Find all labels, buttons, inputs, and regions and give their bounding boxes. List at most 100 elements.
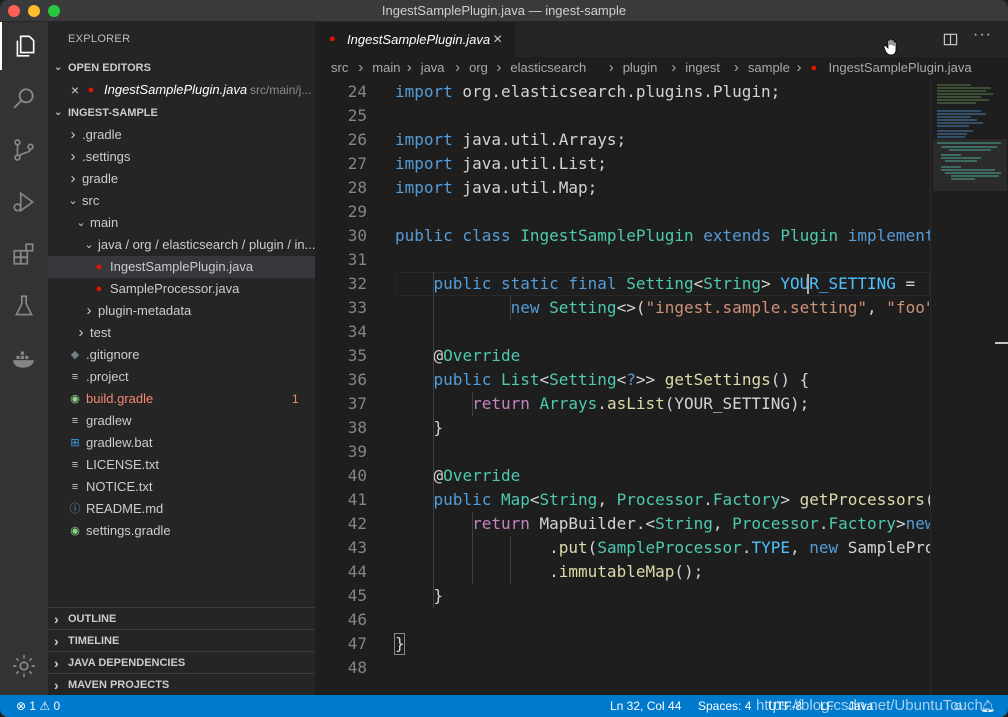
file-tree-item[interactable]: ≡ LICENSE.txt — [48, 454, 315, 476]
breadcrumb-item[interactable]: src — [331, 57, 348, 79]
file-tree-item[interactable]: ≡ .project — [48, 366, 315, 388]
code-line: public List<Setting<?>> getSettings() { — [433, 370, 810, 389]
line-number: 37 — [347, 394, 367, 413]
more-actions-icon[interactable]: ··· — [973, 26, 992, 44]
line-number: 41 — [347, 490, 367, 509]
settings-gear-icon[interactable] — [0, 642, 48, 690]
code-view[interactable]: 24 import org.elasticsearch.plugins.Plugi… — [315, 79, 930, 695]
chevron-right-icon: › — [358, 59, 364, 76]
java-file-icon: ● — [87, 84, 95, 96]
code-line: } — [395, 418, 444, 437]
line-number: 27 — [347, 154, 367, 173]
code-line: @Override — [395, 346, 521, 365]
close-tab-icon[interactable]: × — [493, 22, 502, 57]
section-maven-projects[interactable]: › MAVEN PROJECTS — [48, 673, 315, 695]
line-number: 40 — [347, 466, 367, 485]
chevron-down-icon: ⌄ — [68, 195, 78, 207]
file-tree-item[interactable]: ⌄ src — [48, 190, 315, 212]
line-number: 38 — [347, 418, 367, 437]
file-tree-item[interactable]: ◆ .gitignore — [48, 344, 315, 366]
source-control-icon[interactable] — [0, 126, 48, 174]
open-editor-item[interactable]: × ● IngestSamplePlugin.java src/main/j..… — [48, 79, 315, 101]
indentation[interactable]: Spaces: 4 — [698, 695, 751, 717]
explorer-title: EXPLORER — [68, 33, 131, 45]
cursor-position[interactable]: Ln 32, Col 44 — [610, 695, 681, 717]
minimap[interactable] — [930, 79, 1008, 695]
testing-icon[interactable] — [0, 282, 48, 330]
file-tree-item[interactable]: ● SampleProcessor.java — [48, 278, 315, 300]
code-line: import java.util.Arrays; — [395, 130, 627, 149]
gradle-file-icon: ◉ — [70, 525, 80, 537]
file-tree-item[interactable]: ◉ settings.gradle — [48, 520, 315, 542]
minimize-window-button[interactable] — [28, 5, 40, 17]
tab-ingest-sample-plugin[interactable]: ● IngestSamplePlugin.java × — [315, 22, 515, 57]
problems-indicator[interactable]: ⊗ 1 ⚠ 0 — [16, 695, 60, 717]
section-timeline[interactable]: › TIMELINE — [48, 629, 315, 651]
line-number: 25 — [347, 106, 367, 125]
open-editors-header[interactable]: ⌄ OPEN EDITORS — [48, 57, 315, 79]
file-tree-item[interactable]: ⌄ main — [48, 212, 315, 234]
breadcrumb-item[interactable]: plugin — [623, 57, 658, 79]
line-number: 29 — [347, 202, 367, 221]
line-number: 24 — [347, 82, 367, 101]
title-bar: IngestSamplePlugin.java — ingest-sample — [0, 0, 1008, 22]
section-java-dependencies[interactable]: › JAVA DEPENDENCIES — [48, 651, 315, 673]
run-debug-icon[interactable] — [0, 178, 48, 226]
chevron-down-icon: ⌄ — [54, 62, 63, 73]
line-number: 33 — [347, 298, 367, 317]
file-tree-item[interactable]: ⌄ java / org / elasticsearch / plugin / i… — [48, 234, 315, 256]
file-tree-item[interactable]: › .gradle — [48, 124, 315, 146]
file-tree-item[interactable]: ⊞ gradlew.bat — [48, 432, 315, 454]
chevron-right-icon: › — [54, 655, 59, 671]
search-icon[interactable] — [0, 74, 48, 122]
file-tree-item[interactable]: › .settings — [48, 146, 315, 168]
file-tree-item[interactable]: ≡ NOTICE.txt — [48, 476, 315, 498]
explorer-sidebar: EXPLORER ⌄ OPEN EDITORS × ● IngestSample… — [48, 22, 315, 695]
line-number: 45 — [347, 586, 367, 605]
breadcrumb-item[interactable]: org — [469, 57, 488, 79]
chevron-right-icon: › — [496, 59, 502, 76]
windows-file-icon: ⊞ — [70, 437, 80, 449]
line-number: 43 — [347, 538, 367, 557]
gradle-file-icon: ◉ — [70, 393, 80, 405]
section-outline[interactable]: › OUTLINE — [48, 607, 315, 629]
bracket-match-highlight — [394, 633, 405, 655]
chevron-right-icon: › — [406, 59, 412, 76]
breadcrumb-item[interactable]: elasticsearch — [510, 57, 586, 79]
line-number: 35 — [347, 346, 367, 365]
close-window-button[interactable] — [8, 5, 20, 17]
breadcrumb-item[interactable]: ingest — [685, 57, 720, 79]
breadcrumb-item[interactable]: sample — [748, 57, 790, 79]
breadcrumb-item[interactable]: java — [421, 57, 445, 79]
chevron-right-icon: › — [796, 59, 802, 76]
breadcrumb-item[interactable]: main — [372, 57, 400, 79]
git-file-icon: ◆ — [70, 349, 80, 361]
breadcrumb-item[interactable]: IngestSamplePlugin.java — [829, 57, 972, 79]
code-line: return Arrays.asList(YOUR_SETTING); — [472, 394, 810, 413]
code-line: return MapBuilder.<String, Processor.Fac… — [472, 514, 930, 533]
java-file-icon: ● — [329, 33, 336, 45]
extensions-icon[interactable] — [0, 230, 48, 278]
file-tree-item[interactable]: ● IngestSamplePlugin.java — [48, 256, 315, 278]
file-tree-item[interactable]: ≡ gradlew — [48, 410, 315, 432]
project-header[interactable]: ⌄ INGEST-SAMPLE — [48, 102, 315, 124]
breadcrumb: src › main › java › org › elasticsearch › plugin › i… — [315, 57, 1008, 79]
code-line: } — [395, 586, 444, 605]
line-number: 48 — [347, 658, 367, 677]
chevron-right-icon: › — [455, 59, 461, 76]
maximize-window-button[interactable] — [48, 5, 60, 17]
code-line: new Setting<>("ingest.sample.setting", "… — [510, 298, 930, 317]
close-icon[interactable]: × — [68, 79, 82, 101]
file-tree-item[interactable]: › test — [48, 322, 315, 344]
docker-icon[interactable] — [0, 334, 48, 382]
file-tree-item[interactable]: › plugin-metadata — [48, 300, 315, 322]
split-editor-icon[interactable] — [943, 32, 958, 52]
vscode-window: IngestSamplePlugin.java — ingest-sample … — [0, 0, 1008, 717]
file-tree-item[interactable]: ⓘ README.md — [48, 498, 315, 520]
line-number: 47 — [347, 634, 367, 653]
file-tree-item[interactable]: › gradle — [48, 168, 315, 190]
file-tree-item[interactable]: ◉ build.gradle 1 — [48, 388, 315, 410]
code-line: public class IngestSamplePlugin extends … — [395, 226, 930, 245]
explorer-icon[interactable] — [0, 22, 48, 70]
watermark: https://blog.csdn.net/UbuntuTouch — [756, 697, 983, 714]
